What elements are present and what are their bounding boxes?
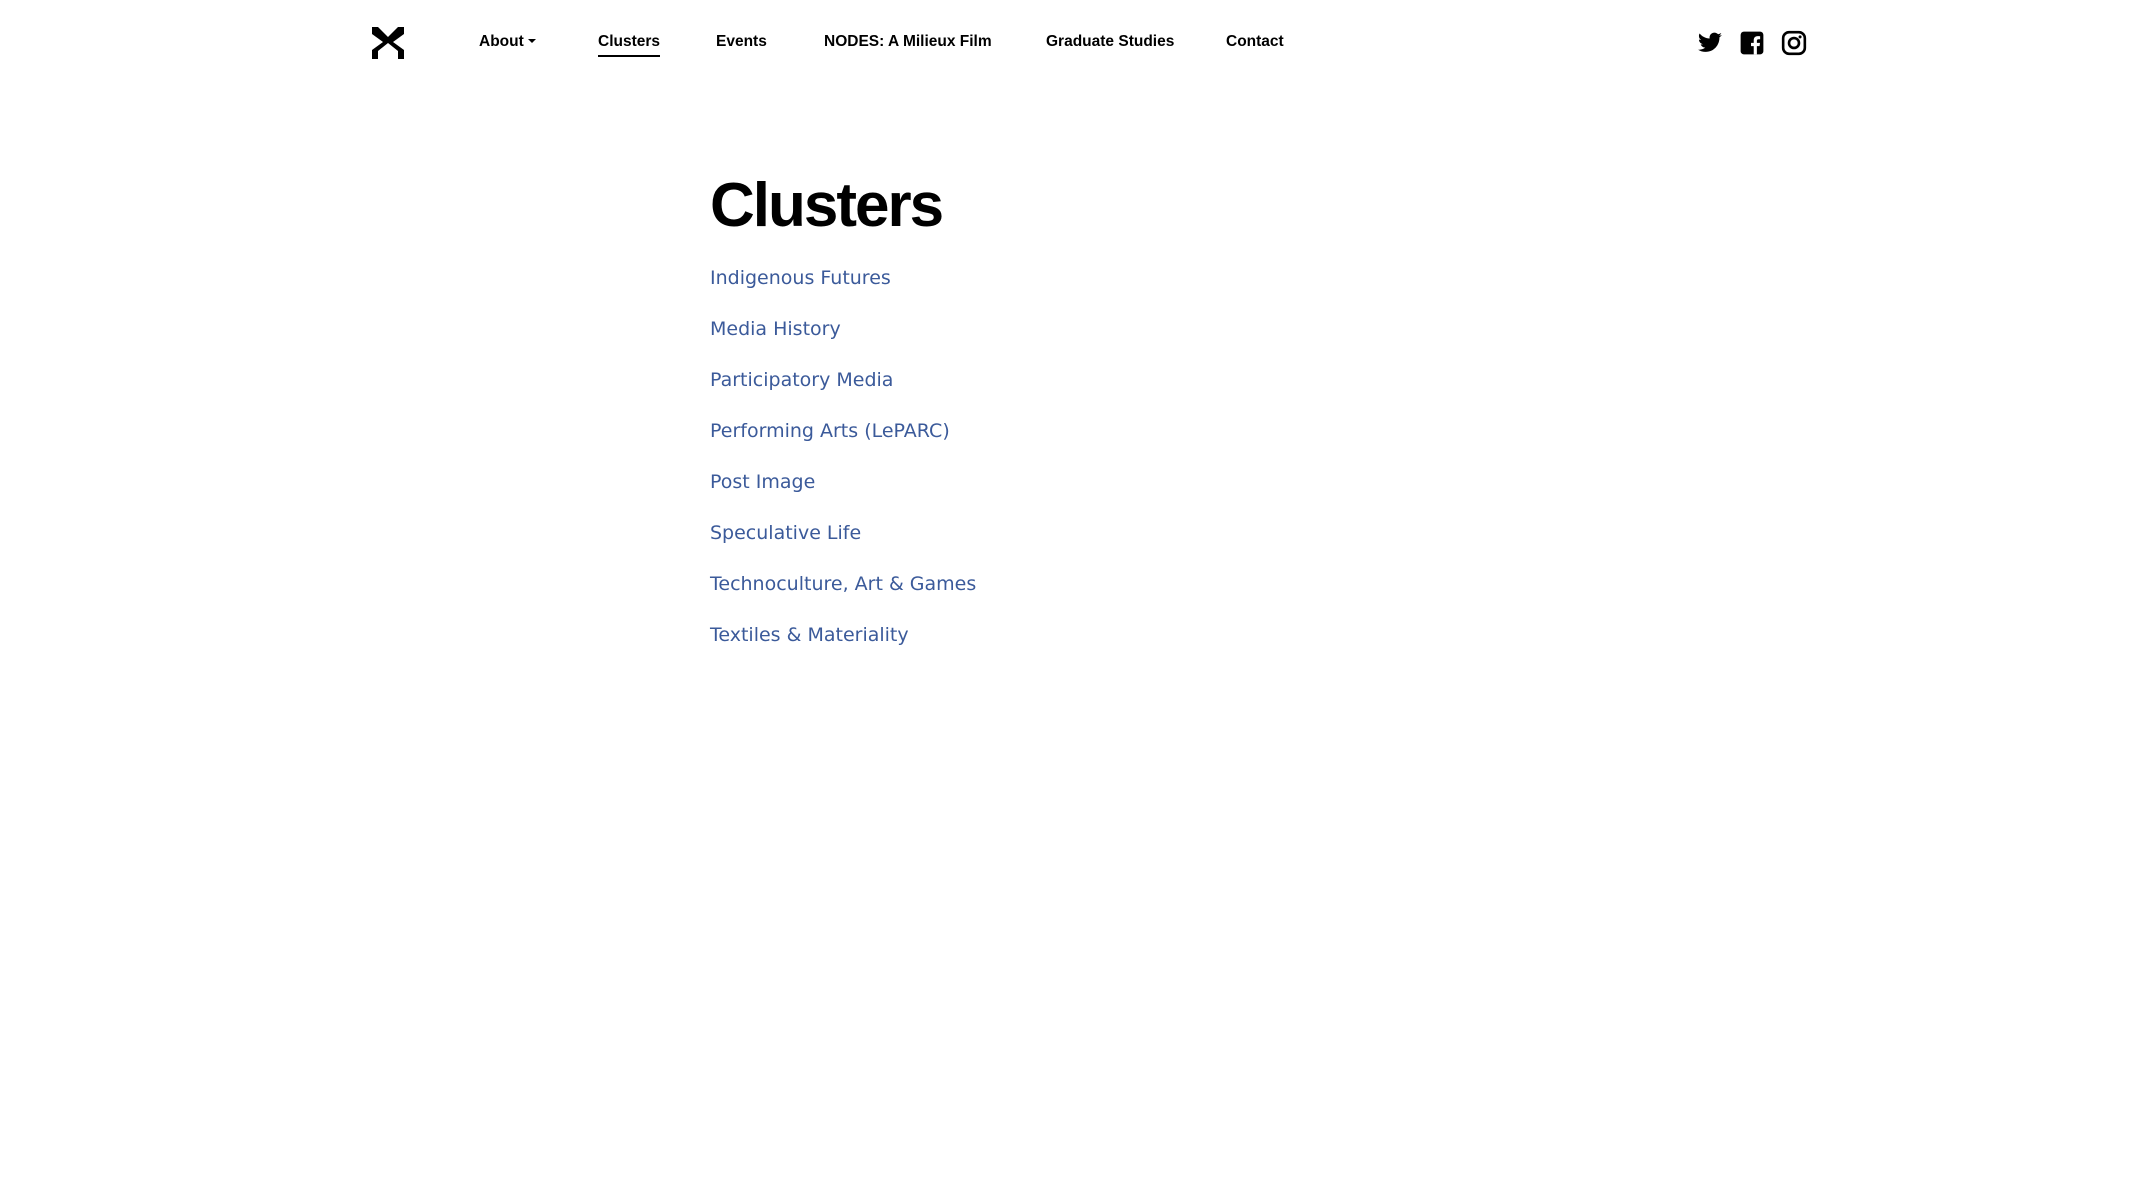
milieux-logo-icon[interactable] bbox=[370, 25, 406, 61]
facebook-icon[interactable] bbox=[1739, 30, 1765, 56]
top-navbar: About Clusters Events NODES: A Milieux F… bbox=[0, 0, 2145, 86]
cluster-link-post-image[interactable]: Post Image bbox=[710, 471, 815, 493]
nav-about-label: About bbox=[479, 33, 524, 50]
list-item: Performing Arts (LePARC) bbox=[710, 417, 950, 445]
main-content: Clusters Indigenous Futures Media Histor… bbox=[710, 166, 976, 646]
cluster-link-media-history[interactable]: Media History bbox=[710, 318, 841, 340]
list-item: Participatory Media bbox=[710, 366, 893, 394]
cluster-link-performing-arts[interactable]: Performing Arts (LePARC) bbox=[710, 420, 950, 442]
nav-contact[interactable]: Contact bbox=[1226, 31, 1284, 53]
list-item: Speculative Life bbox=[710, 519, 861, 547]
list-item: Textiles & Materiality bbox=[710, 621, 909, 649]
page-title: Clusters bbox=[710, 171, 944, 240]
nav-events[interactable]: Events bbox=[716, 31, 767, 53]
nav-graduate-studies[interactable]: Graduate Studies bbox=[1046, 31, 1174, 53]
nav-about-dropdown[interactable]: About bbox=[479, 31, 536, 53]
nav-clusters[interactable]: Clusters bbox=[598, 31, 661, 57]
nav-nodes-film[interactable]: NODES: A Milieux Film bbox=[824, 31, 992, 53]
list-item: Indigenous Futures bbox=[710, 264, 891, 292]
cluster-link-technoculture-art-games[interactable]: Technoculture, Art & Games bbox=[710, 573, 976, 595]
twitter-icon[interactable] bbox=[1697, 30, 1723, 56]
cluster-link-speculative-life[interactable]: Speculative Life bbox=[710, 522, 861, 544]
caret-down-icon bbox=[527, 39, 536, 43]
cluster-link-participatory-media[interactable]: Participatory Media bbox=[710, 369, 893, 391]
list-item: Post Image bbox=[710, 468, 815, 496]
list-item: Media History bbox=[710, 315, 841, 343]
cluster-link-textiles-materiality[interactable]: Textiles & Materiality bbox=[710, 624, 909, 646]
cluster-link-indigenous-futures[interactable]: Indigenous Futures bbox=[710, 267, 891, 289]
list-item: Technoculture, Art & Games bbox=[710, 570, 976, 598]
instagram-icon[interactable] bbox=[1781, 30, 1807, 56]
